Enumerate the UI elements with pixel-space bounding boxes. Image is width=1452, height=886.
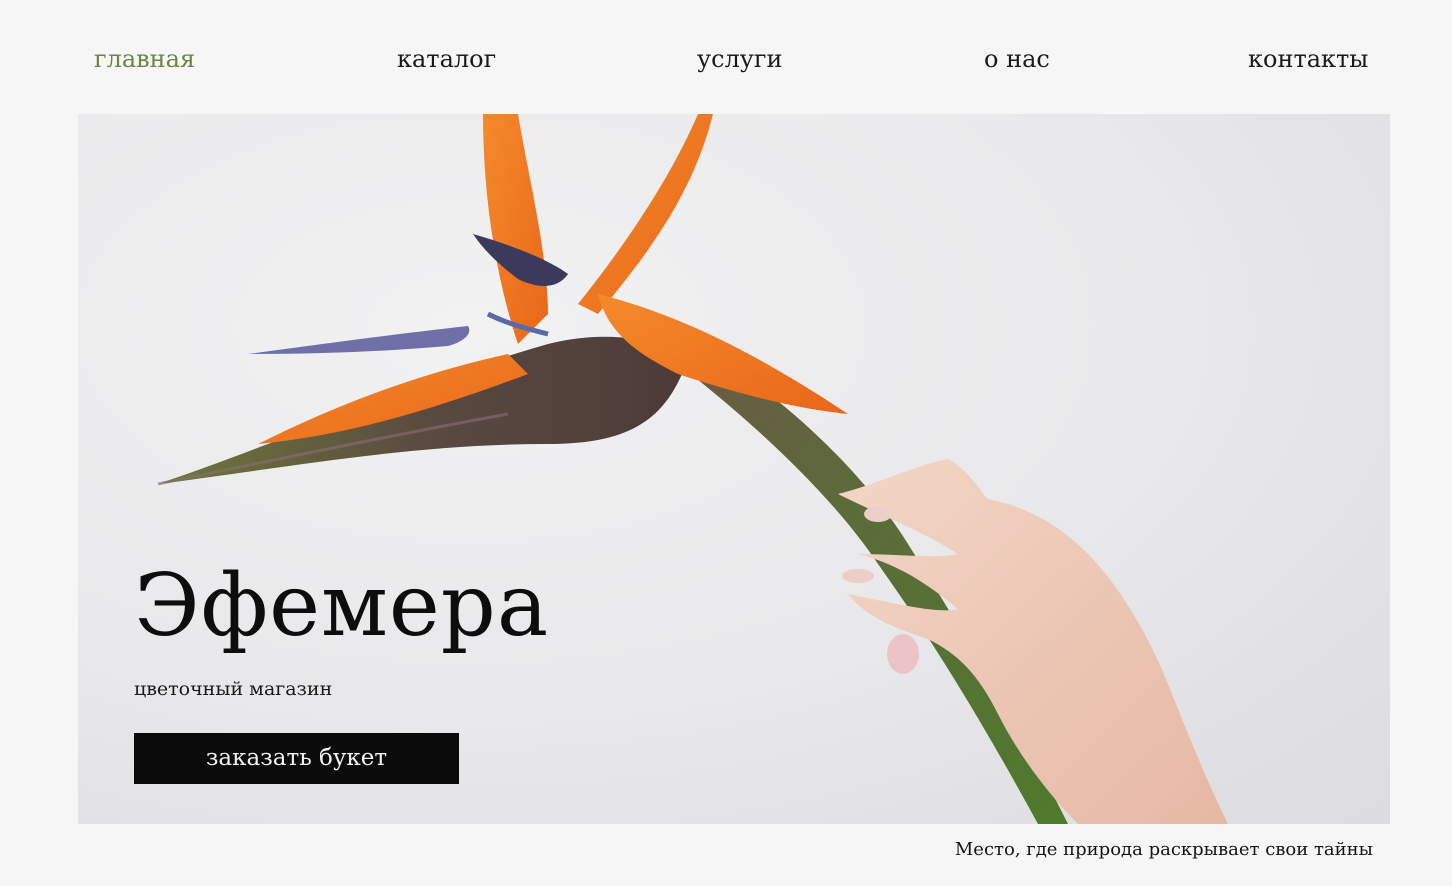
nav-item-services[interactable]: услуги [697, 44, 783, 74]
order-bouquet-button[interactable]: заказать букет [134, 733, 459, 784]
nav-item-catalog[interactable]: каталог [397, 44, 496, 74]
nav-item-home[interactable]: главная [94, 44, 195, 74]
flower-blue-petal [248, 326, 470, 354]
main-navigation: главная каталог услуги о нас контакты [0, 0, 1452, 114]
hero-photo-flower [157, 114, 1228, 824]
nav-item-about[interactable]: о нас [984, 44, 1050, 74]
flower-spathe [158, 336, 688, 484]
flower-petal [578, 114, 713, 314]
hero-banner: Эфемера цветочный магазин заказать букет [78, 114, 1390, 824]
nav-item-contacts[interactable]: контакты [1248, 44, 1368, 74]
brand-title: Эфемера [134, 556, 550, 656]
brand-subtitle: цветочный магазин [134, 678, 333, 700]
tagline: Место, где природа раскрывает свои тайны [954, 839, 1373, 860]
flower-petal [483, 114, 548, 344]
